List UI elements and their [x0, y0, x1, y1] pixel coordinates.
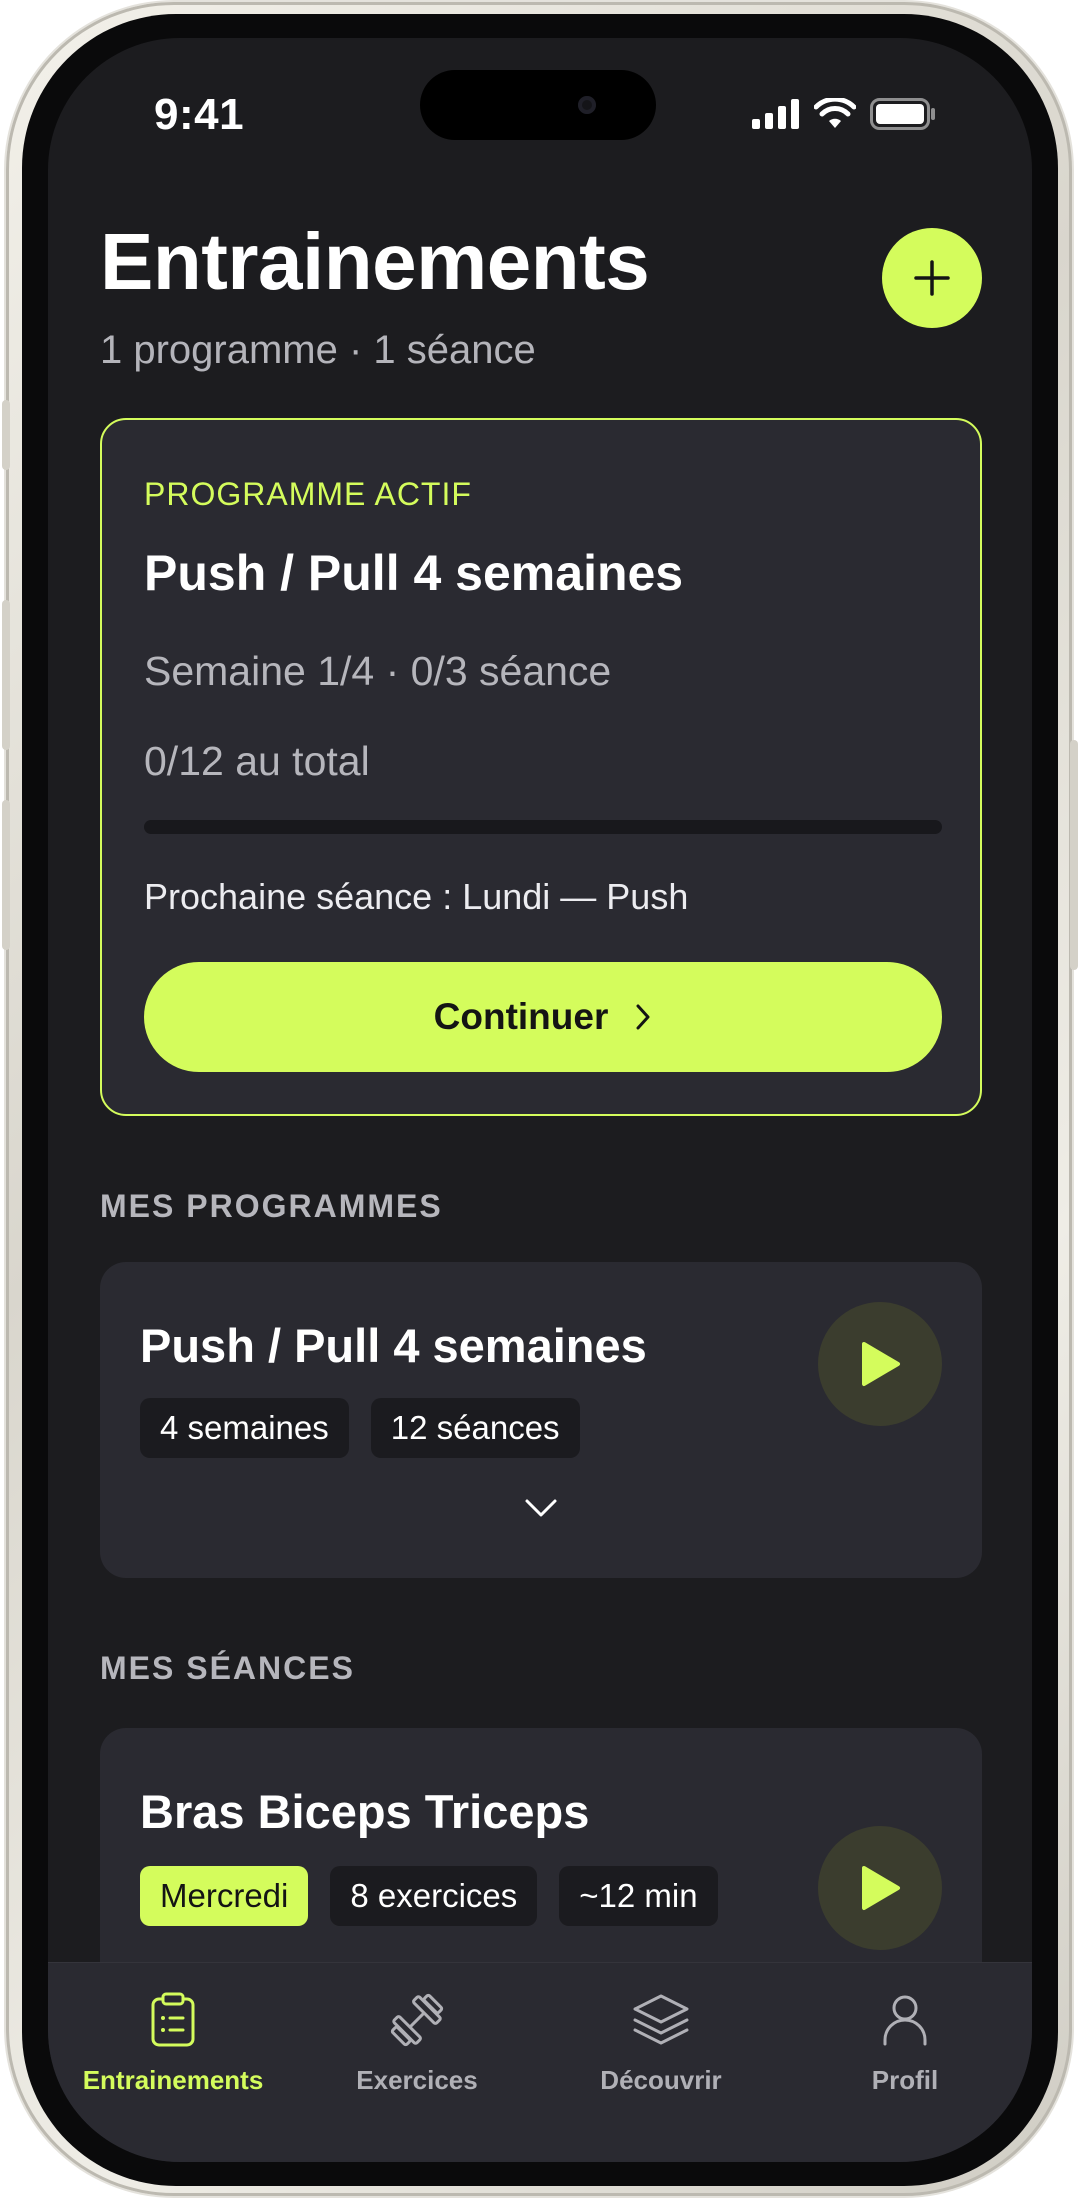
tab-exercices[interactable]: Exercices: [297, 1985, 537, 2096]
sessions-section-heading: MES SÉANCES: [100, 1650, 355, 1686]
tab-profil[interactable]: Profil: [785, 1985, 1025, 2096]
front-camera: [578, 96, 596, 114]
phone-side-button: [2, 800, 10, 950]
page-title: Entrainements: [100, 217, 650, 306]
layers-icon: [631, 1985, 691, 2055]
tab-label: Profil: [871, 2065, 939, 2095]
page-subtitle: 1 programme · 1 séance: [100, 328, 536, 372]
active-program-card: PROGRAMME ACTIF Push / Pull 4 semaines S…: [100, 418, 982, 1116]
tab-bar: Entrainements Exercices Découvrir Profil: [48, 1962, 1032, 2162]
session-exercises-chip: 8 exercices: [330, 1866, 538, 1926]
programs-section-heading: MES PROGRAMMES: [100, 1188, 443, 1224]
wifi-icon: [814, 98, 856, 128]
play-icon: [862, 1866, 900, 1910]
total-progress-text: 0/12 au total: [144, 738, 370, 784]
dumbbell-icon: [387, 1985, 447, 2055]
program-card[interactable]: Push / Pull 4 semaines 4 semaines 12 séa…: [100, 1262, 982, 1578]
session-card-title: Bras Biceps Triceps: [140, 1785, 590, 1838]
progress-bar: [144, 820, 942, 834]
phone-side-button: [2, 400, 10, 470]
cellular-signal-icon: [752, 99, 799, 129]
dynamic-island: [420, 70, 656, 140]
tab-decouvrir[interactable]: Découvrir: [541, 1985, 781, 2096]
expand-chevron-button[interactable]: [524, 1498, 558, 1523]
program-play-button[interactable]: [818, 1302, 942, 1426]
next-session-text: Prochaine séance : Lundi — Push: [144, 876, 689, 917]
program-card-chips: 4 semaines 12 séances: [140, 1398, 580, 1458]
week-progress-text: Semaine 1/4 · 0/3 séance: [144, 648, 612, 694]
program-card-title: Push / Pull 4 semaines: [140, 1319, 647, 1372]
add-button[interactable]: [882, 228, 982, 328]
session-play-button[interactable]: [818, 1826, 942, 1950]
active-program-label: PROGRAMME ACTIF: [144, 476, 472, 512]
plus-icon: [914, 260, 950, 296]
phone-side-button: [2, 600, 10, 750]
tab-entrainements[interactable]: Entrainements: [53, 1985, 293, 2096]
session-duration-chip: ~12 min: [559, 1866, 718, 1926]
session-card-chips: Mercredi 8 exercices ~12 min: [140, 1866, 718, 1926]
status-icons: [752, 98, 936, 130]
chevron-down-icon: [525, 1499, 557, 1517]
tab-label: Découvrir: [600, 2065, 722, 2095]
tab-label: Exercices: [356, 2065, 478, 2095]
program-sessions-chip: 12 séances: [370, 1398, 580, 1458]
chevron-right-icon: [636, 1004, 650, 1030]
status-time: 9:41: [154, 90, 245, 139]
continue-button[interactable]: Continuer: [144, 962, 942, 1072]
session-day-chip: Mercredi: [140, 1866, 309, 1926]
app-screen: 9:41 Entrainements 1 programme · 1 séanc…: [48, 38, 1032, 2162]
play-icon: [862, 1342, 900, 1386]
program-weeks-chip: 4 semaines: [140, 1398, 349, 1458]
active-program-name: Push / Pull 4 semaines: [144, 545, 684, 601]
battery-icon: [870, 98, 935, 130]
phone-side-button: [1070, 740, 1078, 970]
continue-button-label: Continuer: [433, 996, 609, 1037]
person-icon: [880, 1985, 930, 2055]
tab-label: Entrainements: [82, 2065, 264, 2095]
clipboard-icon: [148, 1985, 198, 2055]
